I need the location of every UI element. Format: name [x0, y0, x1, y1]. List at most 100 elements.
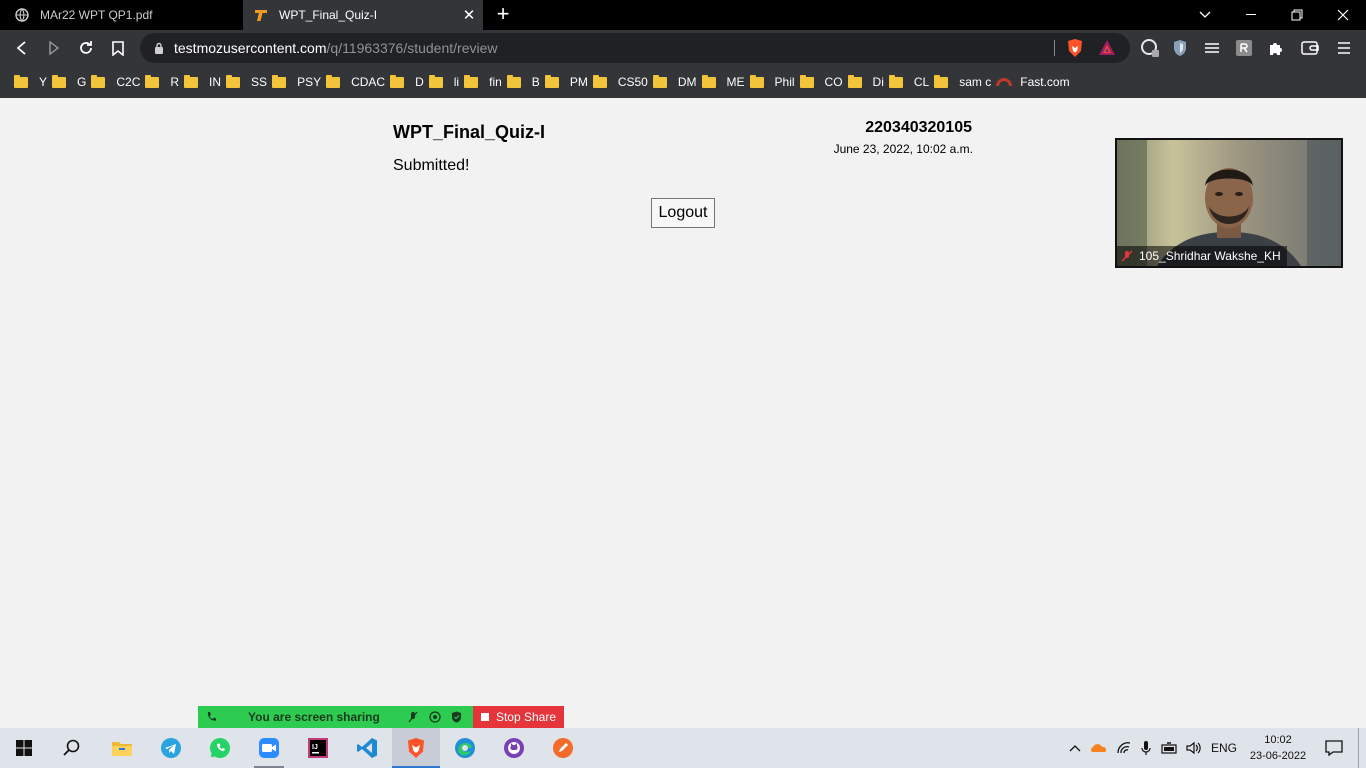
globe-icon	[14, 7, 30, 23]
bookmark-folder[interactable]: R	[145, 70, 184, 94]
menu-lines-icon[interactable]	[1200, 36, 1224, 60]
language-indicator[interactable]: ENG	[1208, 728, 1240, 768]
new-tab-icon[interactable]: +	[492, 3, 514, 27]
submission-timestamp: June 23, 2022, 10:02 a.m.	[833, 142, 973, 156]
bookmark-folder[interactable]: G	[52, 70, 91, 94]
whatsapp-icon[interactable]	[196, 728, 244, 768]
bookmark-label: PSY	[297, 75, 322, 89]
intellij-idea-icon[interactable]: IJ	[294, 728, 342, 768]
bookmark-label: SS	[251, 75, 268, 89]
bookmark-folder[interactable]: CS50	[592, 70, 653, 94]
participant-video[interactable]: 105_Shridhar Wakshe_KH	[1115, 138, 1343, 268]
bookmark-folder[interactable]: fin	[464, 70, 507, 94]
bookmark-folder[interactable]: sam c	[934, 70, 996, 94]
microphone-icon[interactable]	[1136, 728, 1156, 768]
folder-icon	[847, 74, 862, 88]
submission-status: Submitted!	[393, 157, 470, 174]
sublime-pen-icon[interactable]	[539, 728, 587, 768]
bookmark-folder[interactable]: ME	[701, 70, 750, 94]
zoom-icon[interactable]	[245, 728, 293, 768]
bookmark-folder[interactable]: li	[428, 70, 464, 94]
windows-taskbar: IJ ENG 10:02 23-06-2022	[0, 728, 1366, 768]
volume-icon[interactable]	[1184, 728, 1204, 768]
bookmark-folder[interactable]: CL	[888, 70, 934, 94]
security-shield-icon[interactable]	[451, 711, 462, 726]
folder-icon	[888, 74, 903, 88]
logout-button[interactable]: Logout	[651, 198, 715, 228]
bookmark-folder[interactable]: PM	[544, 70, 593, 94]
bookmark-folder[interactable]: C2C	[91, 70, 145, 94]
bookmark-folder[interactable]: IN	[184, 70, 226, 94]
record-icon[interactable]	[429, 711, 441, 726]
bookmark-label: CS50	[617, 75, 648, 89]
file-explorer-icon[interactable]	[98, 728, 146, 768]
brave-browser-icon[interactable]	[392, 728, 440, 768]
lock-icon[interactable]	[154, 41, 164, 59]
bookmark-label: Fast.com	[1020, 75, 1070, 89]
reader-extension-icon[interactable]	[1232, 36, 1256, 60]
bookmark-folder[interactable]: Phil	[749, 70, 800, 94]
bookmark-folder[interactable]: SS	[226, 70, 272, 94]
folder-icon	[272, 74, 287, 88]
tab-close-icon[interactable]: ✕	[459, 6, 479, 24]
speed-gauge-icon	[996, 78, 1013, 86]
cloudflare-icon[interactable]	[1088, 728, 1108, 768]
tab-quiz[interactable]: WPT_Final_Quiz-I ✕	[243, 0, 483, 30]
share-status-panel[interactable]: You are screen sharing	[198, 706, 473, 728]
tab-title: WPT_Final_Quiz-I	[279, 8, 378, 22]
stop-square-icon	[480, 713, 489, 721]
forward-icon[interactable]	[42, 36, 66, 60]
vscode-icon[interactable]	[343, 728, 391, 768]
close-window-icon[interactable]	[1320, 0, 1366, 30]
bookmark-folder[interactable]: Di	[847, 70, 889, 94]
muted-mic-icon[interactable]	[408, 711, 418, 726]
stop-share-button[interactable]: Stop Share	[473, 706, 564, 728]
battery-icon[interactable]	[1159, 728, 1181, 768]
shield-extension-icon[interactable]	[1168, 36, 1192, 60]
wifi-icon[interactable]	[1114, 728, 1134, 768]
bookmark-folder[interactable]: DM	[652, 70, 702, 94]
reload-icon[interactable]	[74, 36, 98, 60]
system-clock[interactable]: 10:02 23-06-2022	[1248, 732, 1308, 764]
bookmark-folder[interactable]: CO	[799, 70, 848, 94]
participant-name-tag: 105_Shridhar Wakshe_KH	[1117, 246, 1287, 266]
github-desktop-icon[interactable]	[490, 728, 538, 768]
clock-time: 10:02	[1264, 734, 1292, 746]
bookmark-folder[interactable]: Y	[14, 70, 52, 94]
folder-icon	[184, 74, 199, 88]
main-menu-icon[interactable]	[1332, 36, 1356, 60]
extensions-puzzle-icon[interactable]	[1264, 36, 1288, 60]
bookmark-label: B	[531, 75, 540, 89]
tab-search-chevron-icon[interactable]	[1182, 0, 1228, 30]
tab-pdf[interactable]: MAr22 WPT QP1.pdf	[0, 0, 242, 30]
restore-icon[interactable]	[1274, 0, 1320, 30]
tray-chevron-icon[interactable]	[1065, 728, 1085, 768]
notifications-icon[interactable]	[1320, 728, 1348, 768]
extension-grammar-icon[interactable]	[1138, 36, 1162, 60]
folder-icon	[749, 74, 764, 88]
bookmark-folder[interactable]: D	[390, 70, 429, 94]
folder-icon	[464, 74, 479, 88]
bookmark-icon[interactable]	[106, 36, 130, 60]
folder-icon	[544, 74, 559, 88]
windows-start-icon[interactable]	[0, 728, 48, 768]
brave-rewards-icon[interactable]	[1098, 39, 1116, 61]
minimize-icon[interactable]	[1228, 0, 1274, 30]
show-desktop-button[interactable]	[1358, 728, 1366, 768]
bookmark-folder[interactable]: PSY	[272, 70, 326, 94]
search-icon[interactable]	[48, 728, 96, 768]
bookmark-folder[interactable]: B	[506, 70, 545, 94]
bookmark-label: C2C	[116, 75, 141, 89]
wallet-icon[interactable]	[1298, 36, 1322, 60]
bookmark-label: Phil	[774, 75, 795, 89]
edge-icon[interactable]	[441, 728, 489, 768]
back-icon[interactable]	[10, 36, 34, 60]
brave-shields-icon[interactable]	[1066, 38, 1084, 63]
telegram-icon[interactable]	[147, 728, 195, 768]
bookmark-fast-com[interactable]: Fast.com	[996, 70, 1074, 94]
folder-icon	[52, 74, 67, 88]
url-text[interactable]: testmozusercontent.com/q/11963376/studen…	[174, 40, 498, 56]
bookmark-folder[interactable]: CDAC	[326, 70, 390, 94]
bookmark-label: fin	[489, 75, 502, 89]
address-bar[interactable]: testmozusercontent.com/q/11963376/studen…	[140, 33, 1130, 63]
